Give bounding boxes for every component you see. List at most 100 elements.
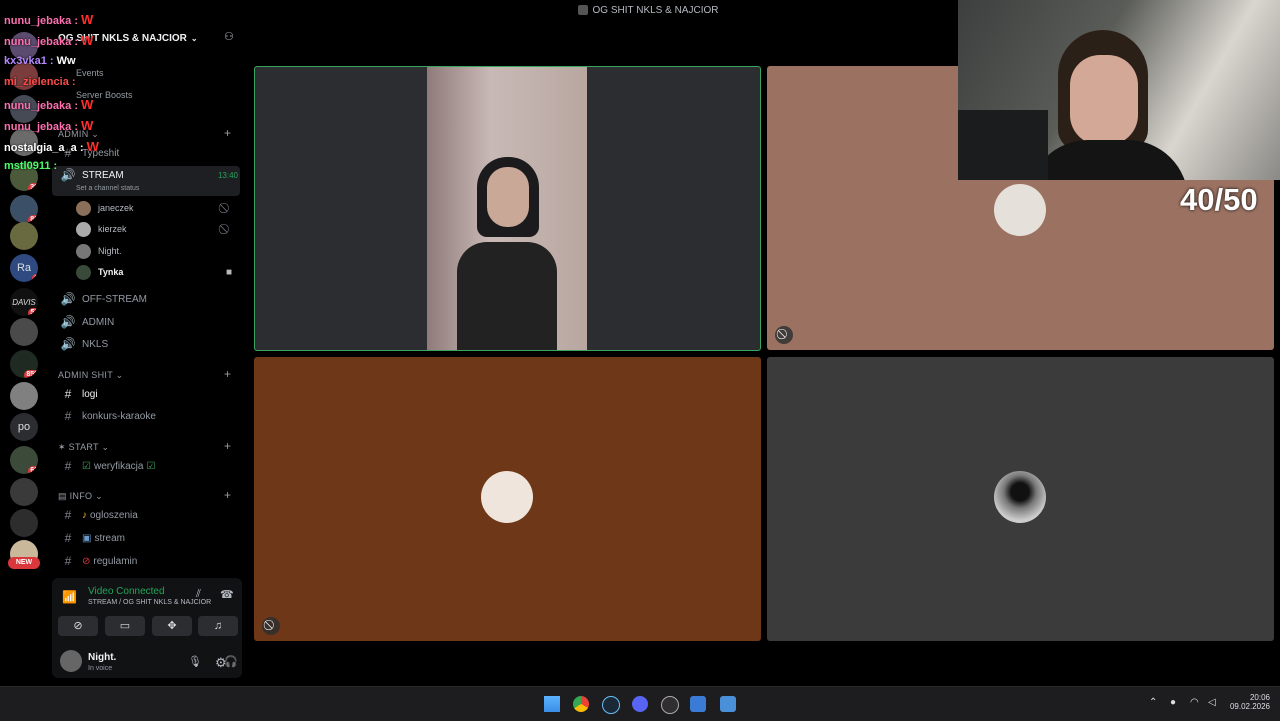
- face: [1070, 55, 1138, 145]
- window-title-bar: OG SHIT NKLS & NAJCIOR: [248, 0, 1048, 20]
- user-status: In voice: [88, 665, 113, 672]
- chat-message: mi_zielencia :: [4, 76, 76, 88]
- voice-panel: 📶 Video Connected STREAM / OG SHIT NKLS …: [52, 578, 242, 678]
- windows-start-icon[interactable]: [544, 696, 560, 712]
- steam-icon[interactable]: [602, 696, 620, 714]
- add-channel-icon[interactable]: +: [224, 367, 231, 381]
- channel-off-stream[interactable]: 🔊 OFF-STREAM: [52, 290, 238, 308]
- server-icon[interactable]: Ra 1: [10, 254, 38, 282]
- taskbar: ⌃ ● ◠ ◁ 20:06 09.02.2026: [0, 686, 1280, 721]
- microphone-icon[interactable]: 🎙: [188, 655, 202, 668]
- app-icon[interactable]: [690, 696, 706, 712]
- hash-icon: #: [64, 531, 72, 545]
- chat-message: nunu_jebaka : W: [4, 97, 94, 112]
- badge: 62: [28, 466, 38, 474]
- camera-off-button[interactable]: ⊘: [58, 616, 98, 636]
- sofa: [958, 110, 1048, 180]
- speaker-icon: 🔊: [60, 337, 76, 351]
- category-start[interactable]: ✶ START ⌄: [58, 442, 109, 453]
- chat-message: nunu_jebaka : W: [4, 118, 94, 133]
- noise-suppression-icon[interactable]: ⫽: [196, 588, 201, 601]
- server-icon[interactable]: [10, 478, 38, 506]
- add-channel-icon[interactable]: +: [224, 439, 231, 453]
- webcam-counter: 40/50: [1180, 182, 1258, 217]
- badge: 56: [28, 308, 38, 316]
- badge: 1: [32, 274, 38, 282]
- server-icon[interactable]: [10, 382, 38, 410]
- user-name[interactable]: Night.: [88, 652, 116, 663]
- chat-overlay: nunu_jebaka : W nunu_jebaka : W kx3vka1 …: [0, 0, 200, 180]
- chat-message: nunu_jebaka : W: [4, 12, 94, 27]
- clock[interactable]: 20:06 09.02.2026: [1226, 693, 1270, 711]
- add-channel-icon[interactable]: +: [224, 126, 231, 140]
- body: [1028, 140, 1188, 180]
- category-info[interactable]: ▤ INFO ⌄: [58, 491, 103, 502]
- screen-icon: ▣: [82, 532, 92, 544]
- activities-button[interactable]: ✥: [152, 616, 192, 636]
- voice-user[interactable]: Tynka ■: [76, 263, 232, 281]
- server-icon[interactable]: 62: [10, 446, 38, 474]
- server-icon[interactable]: po: [10, 413, 38, 441]
- server-icon[interactable]: [10, 509, 38, 537]
- screen-share-button[interactable]: ▭: [105, 616, 145, 636]
- obs-icon[interactable]: [661, 696, 679, 714]
- hash-icon: #: [64, 387, 72, 401]
- wifi-icon[interactable]: ◠: [1190, 697, 1199, 708]
- add-member-icon[interactable]: ⚇: [224, 30, 234, 43]
- category-admin-shit[interactable]: ADMIN SHIT ⌄: [58, 370, 124, 381]
- check-icon: ☑: [82, 460, 91, 472]
- channel-regulamin[interactable]: # ⊘ regulamin: [52, 552, 238, 570]
- microphone-icon[interactable]: ●: [1170, 697, 1176, 708]
- server-app-icon: [577, 5, 588, 15]
- chat-message: kx3vka1 : Ww: [4, 55, 76, 67]
- server-icon[interactable]: [10, 318, 38, 346]
- chevron-up-icon[interactable]: ⌃: [1149, 697, 1157, 708]
- hash-icon: #: [64, 459, 72, 473]
- soundboard-button[interactable]: ♫: [198, 616, 238, 636]
- mic-muted-icon: ⃠: [775, 326, 793, 344]
- avatar: [994, 471, 1046, 523]
- channel-admin[interactable]: 🔊 ADMIN: [52, 313, 238, 331]
- channel-stream-text[interactable]: # ▣ stream: [52, 529, 238, 547]
- channel-logi[interactable]: # logi: [52, 385, 238, 403]
- server-icon[interactable]: 82: [10, 195, 38, 223]
- channel-weryfikacja[interactable]: # ☑ weryfikacja ☑: [52, 457, 238, 475]
- server-icon[interactable]: DAVIS 56: [10, 288, 38, 316]
- channel-nkls[interactable]: 🔊 NKLS: [52, 335, 238, 353]
- new-badge: NEW: [8, 557, 40, 569]
- chrome-icon[interactable]: [573, 696, 589, 712]
- notepad-icon[interactable]: [720, 696, 736, 712]
- server-icon[interactable]: 859: [10, 350, 38, 378]
- chat-message: nunu_jebaka : W: [4, 33, 94, 48]
- voice-status[interactable]: Video Connected: [88, 586, 165, 597]
- chat-message: mstl0911 :: [4, 160, 58, 172]
- channel-konkurs-karaoke[interactable]: # konkurs-karaoke: [52, 407, 238, 425]
- channel-ogloszenia[interactable]: # ♪ ogloszenia: [52, 506, 238, 524]
- disconnect-icon[interactable]: ☎: [220, 588, 234, 601]
- time: 20:06: [1249, 693, 1270, 702]
- video-tile[interactable]: [767, 357, 1274, 641]
- avatar[interactable]: [60, 650, 82, 672]
- voice-user[interactable]: Night.: [76, 242, 122, 260]
- rules-icon: ⊘: [82, 555, 91, 567]
- avatar: [76, 200, 91, 216]
- hash-icon: #: [64, 508, 72, 522]
- mic-muted-icon: ⃠: [262, 617, 280, 635]
- avatar: [76, 264, 91, 280]
- server-icon[interactable]: [10, 222, 38, 250]
- badge: 39: [28, 183, 38, 191]
- face: [487, 167, 529, 227]
- gear-icon[interactable]: ⚙: [215, 655, 227, 671]
- voice-user[interactable]: janeczek⃠: [76, 199, 134, 217]
- avatar: [76, 221, 91, 237]
- channel-status[interactable]: Set a channel status: [76, 185, 139, 192]
- hash-icon: #: [64, 409, 72, 423]
- volume-icon[interactable]: ◁: [1208, 697, 1216, 708]
- discord-icon[interactable]: [632, 696, 648, 712]
- video-tile[interactable]: [254, 66, 761, 351]
- voice-location[interactable]: STREAM / OG SHIT NKLS & NAJCIOR: [88, 599, 211, 606]
- voice-user[interactable]: kierzek⃠: [76, 220, 127, 238]
- add-channel-icon[interactable]: +: [224, 488, 231, 502]
- video-tile[interactable]: ⃠: [254, 357, 761, 641]
- camera-icon: ■: [226, 266, 233, 278]
